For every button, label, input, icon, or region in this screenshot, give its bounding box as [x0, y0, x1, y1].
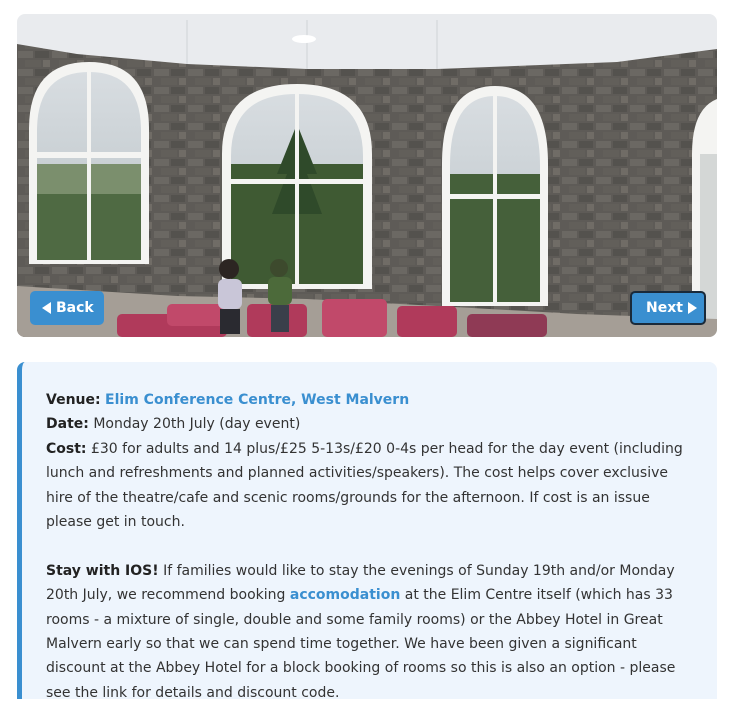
back-label: Back — [56, 300, 94, 316]
triangle-left-icon — [42, 302, 51, 314]
accomodation-link[interactable]: accomodation — [290, 587, 400, 603]
event-info-panel: Venue: Elim Conference Centre, West Malv… — [17, 362, 717, 701]
date-label: Date: — [46, 416, 89, 433]
date-value: Monday 20th July (day event) — [93, 416, 301, 433]
cost-line: Cost: £30 for adults and 14 plus/£25 5-1… — [46, 437, 697, 535]
stay-label: Stay with IOS! — [46, 562, 159, 579]
date-line: Date: Monday 20th July (day event) — [46, 412, 697, 436]
cost-label: Cost: — [46, 440, 87, 457]
venue-link[interactable]: Elim Conference Centre, West Malvern — [105, 392, 409, 408]
next-button[interactable]: Next — [630, 291, 706, 325]
stay-text-2: at the Elim Centre itself (which has 33 … — [46, 587, 676, 701]
back-button[interactable]: Back — [30, 291, 104, 325]
stay-paragraph: Stay with IOS! If families would like to… — [46, 559, 697, 705]
next-label: Next — [646, 300, 683, 316]
cost-value: £30 for adults and 14 plus/£25 5-13s/£20… — [46, 440, 683, 531]
venue-line: Venue: Elim Conference Centre, West Malv… — [46, 388, 697, 412]
venue-photo — [17, 14, 717, 337]
venue-label: Venue: — [46, 392, 101, 408]
gallery-image — [17, 14, 717, 337]
triangle-right-icon — [687, 302, 697, 314]
